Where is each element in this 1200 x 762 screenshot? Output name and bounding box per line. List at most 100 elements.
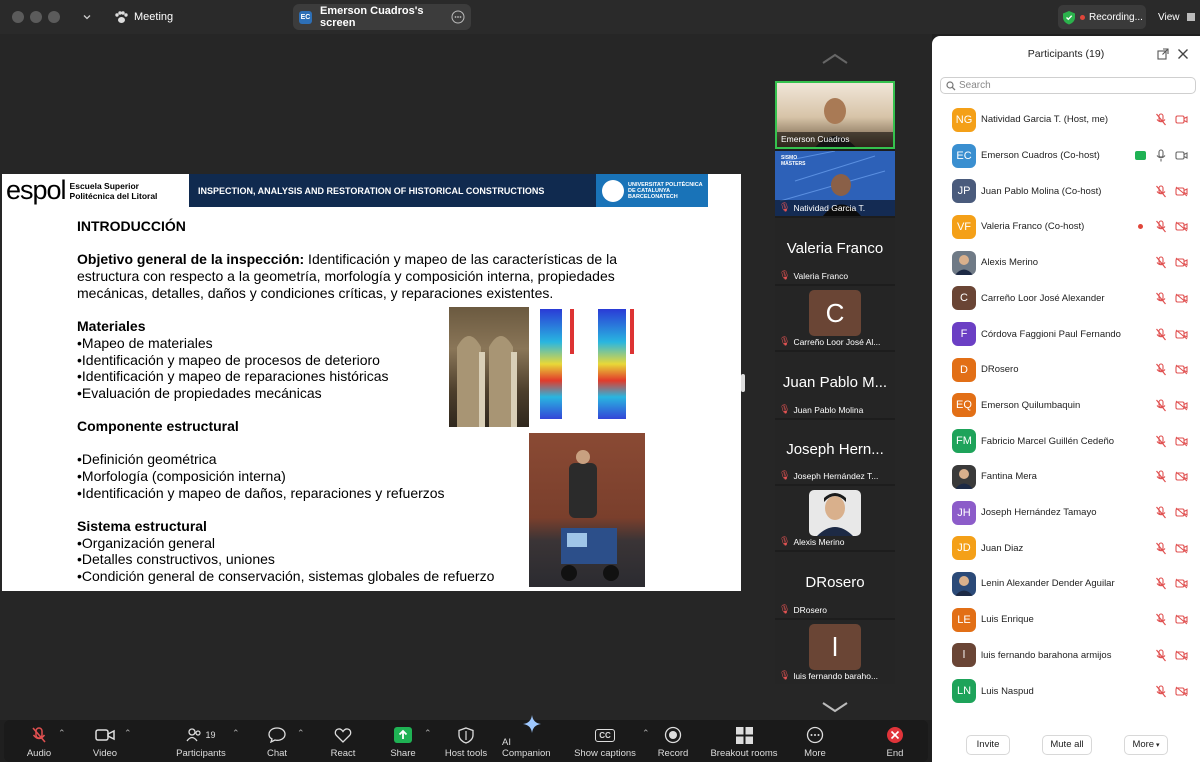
video-tile-joseph[interactable]: Joseph Hern... 🎙︎ Joseph Hernández T... <box>775 420 895 484</box>
chat-button[interactable]: Chat <box>262 720 292 762</box>
participant-row[interactable]: VF Valeria Franco (Co-host) <box>932 209 1200 245</box>
video-tile-valeria[interactable]: Valeria Franco 🎙︎ Valeria Franco <box>775 218 895 284</box>
mic-off-icon[interactable] <box>1155 292 1167 305</box>
camera-off-icon[interactable] <box>1175 364 1188 375</box>
video-tile-natividad[interactable]: SISMO MASTERS 🎙︎ Natividad Garcia T. <box>775 151 895 216</box>
camera-off-icon[interactable] <box>1175 221 1188 232</box>
mic-off-icon[interactable] <box>1155 506 1167 519</box>
video-tile-drosero[interactable]: DRosero 🎙︎ DRosero <box>775 552 895 618</box>
mic-on-icon[interactable] <box>1155 149 1167 162</box>
chevron-down-icon[interactable] <box>82 0 92 34</box>
mic-off-icon[interactable] <box>1155 113 1167 126</box>
invite-button[interactable]: Invite <box>966 735 1010 755</box>
window-zoom-button[interactable] <box>48 11 60 23</box>
tile-big-name: Juan Pablo M... <box>782 374 888 391</box>
camera-off-icon[interactable] <box>1175 471 1188 482</box>
mic-off-icon[interactable] <box>1155 399 1167 412</box>
mic-off-icon[interactable] <box>1155 220 1167 233</box>
participant-row[interactable]: FM Fabricio Marcel Guillén Cedeño <box>932 423 1200 459</box>
mic-off-icon[interactable] <box>1155 613 1167 626</box>
participant-row[interactable]: NG Natividad Garcia T. (Host, me) <box>932 102 1200 138</box>
mic-off-icon[interactable] <box>1155 577 1167 590</box>
participant-row[interactable]: Lenin Alexander Dender Aguilar <box>932 566 1200 602</box>
participants-options-caret[interactable]: ⌃ <box>232 728 240 739</box>
video-tile-luis-fernando[interactable]: l 🎙︎ luis fernando baraho... <box>775 620 895 684</box>
camera-off-icon[interactable] <box>1175 293 1188 304</box>
participant-row[interactable]: LN Luis Naspud <box>932 673 1200 709</box>
more-options-icon[interactable] <box>451 10 465 24</box>
participant-row[interactable]: EQ Emerson Quilumbaquin <box>932 388 1200 424</box>
participant-row[interactable]: EC Emerson Cuadros (Co-host) <box>932 138 1200 174</box>
participant-row[interactable]: C Carreño Loor José Alexander <box>932 281 1200 317</box>
camera-off-icon[interactable] <box>1175 543 1188 554</box>
search-input[interactable]: Search <box>940 77 1196 94</box>
camera-off-icon[interactable] <box>1175 186 1188 197</box>
audio-button[interactable]: Audio <box>22 720 56 762</box>
share-button[interactable]: Share <box>388 720 418 762</box>
show-captions-button[interactable]: CC Show captions <box>572 720 638 762</box>
captions-options-caret[interactable]: ⌃ <box>642 728 650 739</box>
video-tile-emerson[interactable]: Emerson Cuadros <box>775 81 895 149</box>
camera-off-icon[interactable] <box>1175 329 1188 340</box>
camera-off-icon[interactable] <box>1175 578 1188 589</box>
participant-row[interactable]: D DRosero <box>932 352 1200 388</box>
mic-off-icon[interactable] <box>1155 363 1167 376</box>
camera-off-icon[interactable] <box>1175 257 1188 268</box>
camera-off-icon[interactable] <box>1175 400 1188 411</box>
mic-off-icon[interactable] <box>1155 256 1167 269</box>
mic-off-icon[interactable] <box>1155 649 1167 662</box>
screen-share-tab[interactable]: EC Emerson Cuadros's screen <box>293 4 471 30</box>
video-options-caret[interactable]: ⌃ <box>124 728 132 739</box>
mic-off-icon[interactable] <box>1155 542 1167 555</box>
mute-all-button[interactable]: Mute all <box>1042 735 1092 755</box>
participant-name: Joseph Hernández Tamayo <box>981 507 1097 519</box>
chat-options-caret[interactable]: ⌃ <box>297 728 305 739</box>
audio-options-caret[interactable]: ⌃ <box>58 728 66 739</box>
participant-row[interactable]: LE Luis Enrique <box>932 602 1200 638</box>
camera-off-icon[interactable] <box>1175 686 1188 697</box>
participant-row[interactable]: Alexis Merino <box>932 245 1200 281</box>
participant-row[interactable]: F Córdova Faggioni Paul Fernando <box>932 316 1200 352</box>
camera-on-icon[interactable] <box>1175 150 1188 161</box>
participant-row[interactable]: JP Juan Pablo Molina (Co-host) <box>932 173 1200 209</box>
camera-off-icon[interactable] <box>1175 614 1188 625</box>
breakout-rooms-button[interactable]: Breakout rooms <box>710 720 778 762</box>
mic-off-icon[interactable] <box>1155 185 1167 198</box>
participants-button[interactable]: 19 Participants <box>172 720 230 762</box>
close-icon[interactable] <box>1177 48 1189 60</box>
view-menu[interactable]: View <box>1158 0 1180 34</box>
participant-row[interactable]: JH Joseph Hernández Tamayo <box>932 495 1200 531</box>
participant-row[interactable]: l luis fernando barahona armijos <box>932 638 1200 674</box>
end-button[interactable]: End <box>880 720 910 762</box>
camera-off-icon[interactable] <box>1175 436 1188 447</box>
camera-on-icon[interactable] <box>1175 114 1188 125</box>
video-tile-alexis[interactable]: 🎙︎ Alexis Merino <box>775 486 895 550</box>
recording-indicator[interactable]: Recording... <box>1058 5 1146 29</box>
mic-off-icon[interactable] <box>1155 684 1167 698</box>
meeting-menu[interactable]: Meeting <box>114 0 173 34</box>
strip-scroll-up-icon[interactable] <box>821 52 849 66</box>
ai-companion-button[interactable]: AI Companion <box>502 715 562 762</box>
camera-off-icon[interactable] <box>1175 507 1188 518</box>
camera-off-icon[interactable] <box>1175 650 1188 661</box>
participant-row[interactable]: JD Juan Diaz <box>932 530 1200 566</box>
split-drag-handle[interactable] <box>741 374 745 392</box>
video-tile-carreno[interactable]: C 🎙︎ Carreño Loor José Al... <box>775 286 895 350</box>
mic-off-icon[interactable] <box>1155 327 1167 341</box>
video-tile-juan-pablo[interactable]: Juan Pablo M... 🎙︎ Juan Pablo Molina <box>775 352 895 418</box>
mic-off-icon[interactable] <box>1155 470 1167 483</box>
strip-scroll-down-icon[interactable] <box>821 700 849 714</box>
pop-out-icon[interactable] <box>1157 48 1169 60</box>
mic-off-icon[interactable] <box>1155 435 1167 448</box>
record-button[interactable]: Record <box>656 720 690 762</box>
more-button[interactable]: More <box>800 720 830 762</box>
window-menu-icon[interactable] <box>1186 0 1196 34</box>
host-tools-button[interactable]: Host tools <box>444 720 488 762</box>
share-options-caret[interactable]: ⌃ <box>424 728 432 739</box>
react-button[interactable]: React <box>326 720 360 762</box>
window-minimize-button[interactable] <box>30 11 42 23</box>
participant-row[interactable]: Fantina Mera <box>932 459 1200 495</box>
window-close-button[interactable] <box>12 11 24 23</box>
video-button[interactable]: Video <box>88 720 122 762</box>
more-menu-button[interactable]: More ▾ <box>1124 735 1168 755</box>
